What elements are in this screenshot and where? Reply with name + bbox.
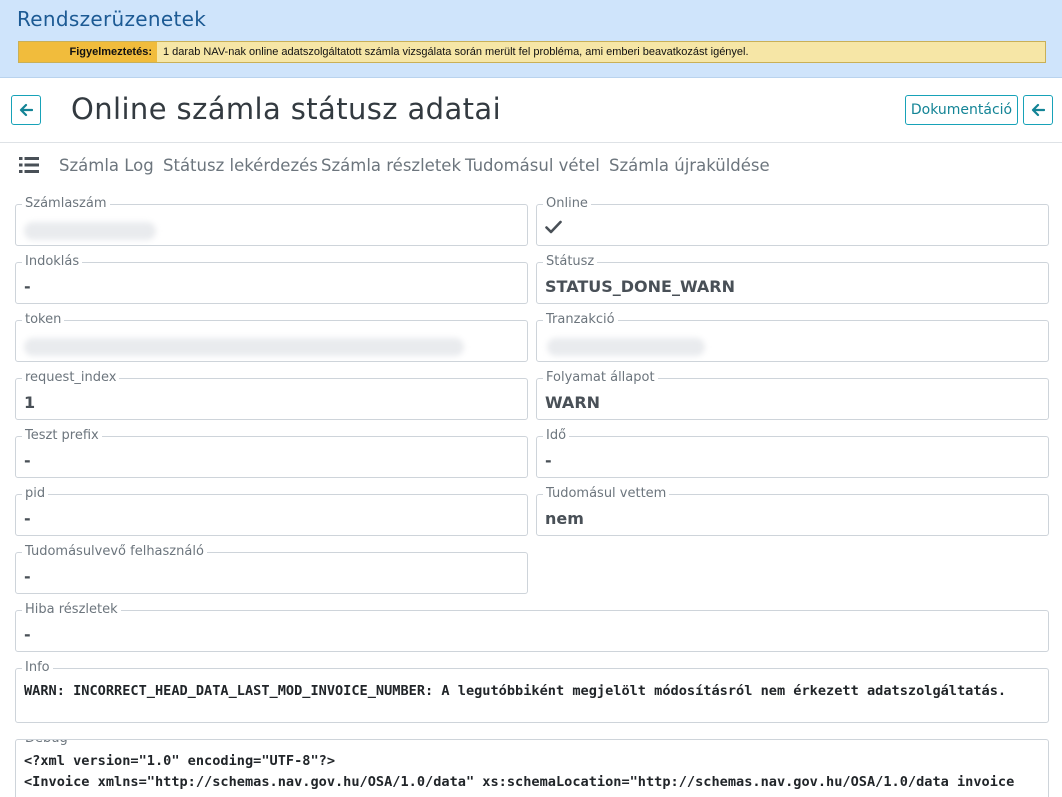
field-label: Idő (543, 428, 570, 444)
field-label: pid (22, 486, 49, 502)
back-button[interactable] (11, 95, 41, 125)
field-szamlaszam: Számlaszám (15, 196, 528, 246)
field-info: Info WARN: INCORRECT_HEAD_DATA_LAST_MOD_… (15, 660, 1049, 723)
field-label: Tranzakció (543, 312, 618, 328)
debug-line: <Invoice xmlns="http://schemas.nav.gov.h… (24, 774, 1015, 790)
field-value: - (24, 567, 31, 586)
field-indoklas: Indoklás - (15, 254, 528, 304)
field-value: STATUS_DONE_WARN (545, 277, 735, 296)
field-value: - (24, 509, 31, 528)
field-tudomasul-vettem: Tudomásul vettem nem (536, 486, 1049, 536)
field-label: Tudomásul vettem (543, 486, 670, 502)
field-value: - (545, 451, 552, 470)
field-request-index: request_index 1 (15, 370, 528, 420)
field-label: request_index (22, 370, 120, 386)
field-value: - (24, 277, 31, 296)
documentation-button[interactable]: Dokumentáció (905, 95, 1018, 125)
field-tranzakcio: Tranzakció (536, 312, 1049, 362)
warning-label: Figyelmeztetés: (19, 42, 157, 62)
field-ido: Idő - (536, 428, 1049, 478)
tab-szamla-reszletek[interactable]: Számla részletek (321, 156, 461, 175)
field-label: Info (22, 660, 53, 676)
field-value: 1 (24, 393, 36, 412)
tab-szamla-ujrakuldese[interactable]: Számla újraküldése (609, 156, 770, 175)
field-label: Teszt prefix (22, 428, 102, 444)
arrow-left-icon (19, 103, 33, 117)
info-text: WARN: INCORRECT_HEAD_DATA_LAST_MOD_INVOI… (24, 683, 1007, 699)
system-messages-banner: Rendszerüzenetek Figyelmeztetés: 1 darab… (0, 0, 1062, 78)
field-label: Hiba részletek (22, 602, 121, 618)
field-debug: Debug <?xml version="1.0" encoding="UTF-… (15, 739, 1049, 797)
field-label: Online (543, 196, 591, 212)
system-messages-title: Rendszerüzenetek (17, 7, 207, 31)
tab-tudomasul-vetel[interactable]: Tudomásul vétel (465, 156, 600, 175)
arrow-left-icon (1031, 103, 1045, 117)
field-label: Debug (22, 740, 71, 747)
field-label: Tudomásulvevő felhasználó (22, 544, 207, 560)
field-label: Folyamat állapot (543, 370, 658, 386)
debug-line: <?xml version="1.0" encoding="UTF-8"?> (24, 753, 335, 769)
field-value: - (24, 625, 31, 644)
field-label: token (22, 312, 65, 328)
tab-szamla-log[interactable]: Számla Log (59, 156, 154, 175)
field-pid: pid - (15, 486, 528, 536)
warning-text: 1 darab NAV-nak online adatszolgáltatott… (163, 46, 749, 58)
field-value: - (24, 451, 31, 470)
back-button-right[interactable] (1023, 95, 1053, 125)
action-nav: Számla Log Státusz lekérdezés Számla rés… (0, 144, 1062, 188)
list-icon[interactable] (19, 156, 39, 174)
field-hiba-reszletek: Hiba részletek - (15, 602, 1049, 652)
field-label: Indoklás (22, 254, 83, 270)
warning-message: Figyelmeztetés: 1 darab NAV-nak online a… (18, 41, 1046, 63)
field-label: Számlaszám (22, 196, 110, 212)
field-value: WARN (545, 393, 601, 412)
field-token: token (15, 312, 528, 362)
field-online: Online (536, 196, 1049, 246)
field-teszt-prefix: Teszt prefix - (15, 428, 528, 478)
check-icon (545, 220, 562, 234)
field-folyamat-allapot: Folyamat állapot WARN (536, 370, 1049, 420)
page-header: Online számla státusz adatai Dokumentáci… (0, 79, 1062, 143)
field-value: nem (545, 509, 584, 528)
field-statusz: Státusz STATUS_DONE_WARN (536, 254, 1049, 304)
field-tudomasulvevo-felhasznalo: Tudomásulvevő felhasználó - (15, 544, 528, 594)
redacted-value (547, 338, 705, 356)
page-title: Online számla státusz adatai (71, 92, 502, 126)
redacted-value (24, 222, 156, 240)
field-label: Státusz (543, 254, 598, 270)
tab-statusz-lekerdezes[interactable]: Státusz lekérdezés (163, 156, 318, 175)
redacted-value (24, 338, 464, 356)
